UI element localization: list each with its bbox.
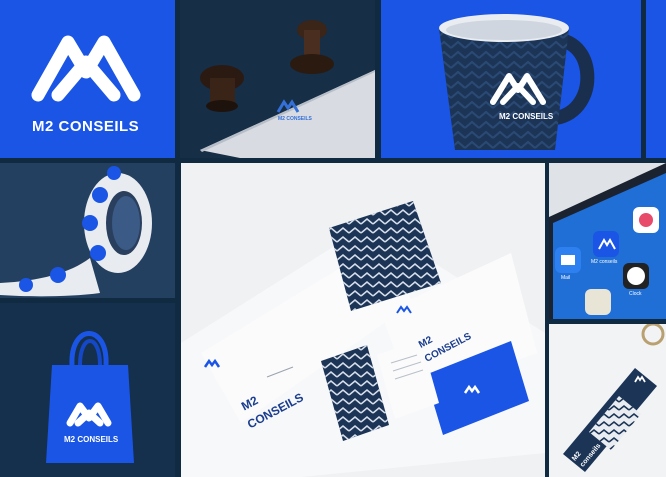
- tote-bag-icon: [46, 331, 134, 463]
- tile-stamps: M2 CONSEILS: [180, 0, 375, 158]
- logo-brand-name: M2 CONSEILS: [32, 118, 140, 135]
- tile-phone: Mail M2 conseils Clock: [549, 163, 666, 319]
- tape-roll-icon: [0, 166, 152, 297]
- tile-keychain: M2 conseils: [549, 324, 666, 477]
- tile-tape: [0, 163, 175, 298]
- app-label-clock: Clock: [629, 291, 642, 297]
- stamp-imprint-text: M2 CONSEILS: [278, 116, 312, 122]
- keychain-icon: [563, 324, 665, 472]
- mug-icon: [439, 14, 595, 150]
- tile-stationery: M2 CONSEILS M2 CONSEILS: [181, 163, 545, 477]
- tile-edge-blue: [646, 0, 666, 158]
- brand-moodboard: M2 CONSEILS M2 CONSEILS M2 CONSEILS M2 C…: [0, 0, 666, 477]
- stamp-icon: [200, 20, 375, 158]
- app-label-m2: M2 conseils: [591, 259, 618, 265]
- app-label-mail: Mail: [561, 275, 571, 281]
- envelope-icon: [181, 201, 545, 477]
- tile-logo: M2 CONSEILS: [0, 0, 175, 158]
- tile-tote: M2 CONSEILS: [0, 303, 175, 477]
- mug-brand-name: M2 CONSEILS: [499, 112, 554, 121]
- phone-icon: [549, 163, 666, 319]
- tote-brand-name: M2 CONSEILS: [64, 435, 119, 444]
- tile-mug: M2 CONSEILS: [381, 0, 641, 158]
